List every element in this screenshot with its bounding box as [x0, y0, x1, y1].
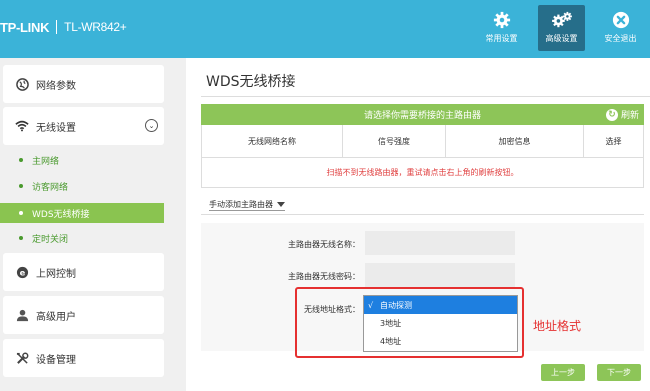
refresh-label: 刷新: [620, 111, 639, 121]
ssid-input[interactable]: [365, 231, 515, 255]
brand-logo: TP-LINK TL-WR842+: [0, 17, 127, 37]
gear-icon: [493, 11, 510, 29]
nav-advanced-settings[interactable]: 高级设置: [538, 5, 585, 51]
refresh-icon: ↻: [605, 108, 618, 121]
sidebar-item-label: 设备管理: [36, 354, 76, 366]
chevron-down-icon[interactable]: ⌄: [145, 119, 158, 132]
sub-label: WDS无线桥接: [32, 209, 90, 220]
brand-name: TP-LINK: [0, 19, 50, 35]
table-header: 无线网络名称 信号强度 加密信息 选择: [201, 125, 644, 158]
column-header-signal: 信号强度: [343, 125, 446, 157]
svg-text:e: e: [19, 267, 25, 277]
annotation-highlight-box: [295, 287, 524, 358]
manual-add-label: 手动添加主路由器: [209, 200, 273, 209]
password-label: 主路由器无线密码：: [288, 272, 360, 281]
tools-icon: [15, 351, 29, 365]
divider: [201, 96, 650, 97]
sidebar-item-label: 上网控制: [36, 268, 76, 280]
divider: [201, 214, 644, 215]
column-header-ssid: 无线网络名称: [202, 125, 343, 157]
bullet-icon: [19, 211, 23, 215]
logo-divider: [56, 20, 58, 34]
manual-add-toggle[interactable]: 手动添加主路由器: [209, 199, 285, 211]
top-bar: TP-LINK TL-WR842+ 常用设置 高级设置 安全退出: [0, 0, 650, 58]
user-icon: [15, 308, 29, 322]
scan-bar: 请选择你需要桥接的主路由器 ↻ 刷新: [201, 104, 644, 125]
ssid-label: 主路由器无线名称：: [288, 240, 360, 249]
sub-label: 访客网络: [32, 182, 69, 193]
sidebar-item-device-management[interactable]: 设备管理: [3, 339, 164, 377]
sidebar-item-network[interactable]: 网络参数: [3, 65, 164, 103]
empty-table-message: 扫描不到无线路由器，重试请点击右上角的刷新按钮。: [201, 158, 644, 188]
nav-common-settings[interactable]: 常用设置: [478, 5, 525, 51]
nav-label: 高级设置: [545, 34, 578, 43]
sidebar-item-label: 高级用户: [36, 311, 76, 323]
sidebar-sub-main-network[interactable]: 主网络: [0, 150, 164, 170]
sidebar-item-wireless[interactable]: 无线设置 ⌄: [3, 107, 164, 145]
nav-logout[interactable]: 安全退出: [597, 5, 644, 51]
bullet-icon: [19, 184, 23, 188]
column-header-select: 选择: [605, 136, 622, 146]
nav-label: 安全退出: [604, 34, 637, 43]
sidebar-item-label: 无线设置: [36, 122, 76, 134]
sidebar-sub-guest-network[interactable]: 访客网络: [0, 176, 164, 196]
sidebar-item-label: 网络参数: [36, 80, 76, 92]
password-input[interactable]: [365, 263, 515, 287]
page-title: WDS无线桥接: [206, 74, 296, 90]
bullet-icon: [19, 158, 23, 162]
annotation-text: 地址格式: [533, 319, 582, 333]
sidebar: 网络参数 无线设置 ⌄ 主网络 访客网络 WDS无线桥接 定时关闭 e 上网控制…: [0, 58, 176, 391]
sub-label: 主网络: [32, 156, 60, 167]
model-name: TL-WR842+: [64, 20, 127, 34]
column-header-encryption: 加密信息: [446, 125, 584, 157]
scan-bar-text: 请选择你需要桥接的主路由器: [363, 111, 481, 121]
sub-label: 定时关闭: [32, 234, 69, 245]
gears-icon: [551, 11, 572, 28]
bullet-icon: [19, 236, 23, 240]
sidebar-item-access-control[interactable]: e 上网控制: [3, 253, 164, 291]
refresh-button[interactable]: ↻ 刷新: [605, 108, 639, 121]
close-circle-icon: [612, 11, 629, 29]
nav-label: 常用设置: [485, 34, 518, 43]
sidebar-sub-schedule-off[interactable]: 定时关闭: [0, 228, 164, 248]
ie-icon: e: [15, 265, 29, 279]
sidebar-item-advanced-user[interactable]: 高级用户: [3, 296, 164, 334]
sidebar-sub-wds[interactable]: WDS无线桥接: [0, 203, 164, 223]
globe-icon: [15, 77, 29, 91]
prev-button[interactable]: 上一步: [541, 364, 585, 381]
caret-down-icon: [277, 202, 285, 207]
next-button[interactable]: 下一步: [597, 364, 641, 381]
wifi-icon: [15, 119, 29, 133]
